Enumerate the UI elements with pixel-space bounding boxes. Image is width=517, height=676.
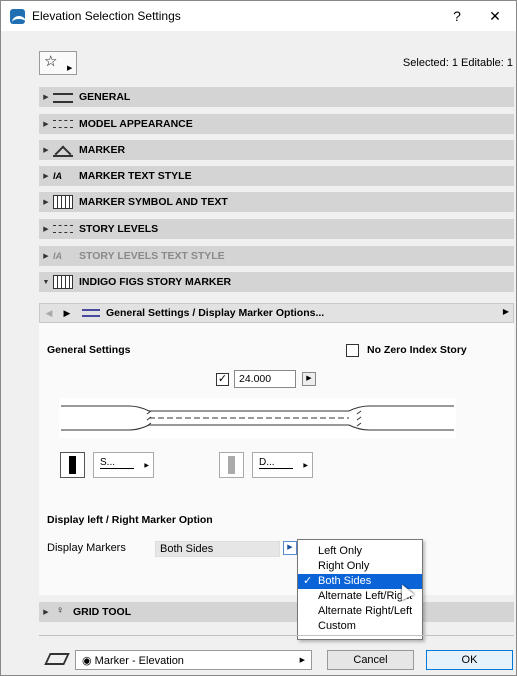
triangle-right-icon: ▶ — [67, 65, 73, 72]
favorites-button[interactable]: ☆ ▶ — [39, 51, 77, 75]
panel-label: MARKER — [79, 144, 126, 156]
triangle-right-icon: ▶ — [144, 463, 149, 469]
panel-model-appearance[interactable]: ▶ MODEL APPEARANCE — [39, 114, 514, 134]
display-markers-label: Display Markers — [47, 542, 126, 554]
layer-select[interactable]: ◉ Marker - Elevation ▶ — [75, 650, 312, 670]
value-checkbox[interactable]: ✓ — [216, 373, 229, 386]
dropdown-option-label: Right Only — [318, 560, 370, 572]
subpage-navigator: ◀ ▶ General Settings / Display Marker Op… — [39, 303, 514, 323]
eye-icon: ◉ — [82, 655, 92, 667]
layer-name: Marker - Elevation — [94, 655, 184, 667]
triangle-right-icon: ▶ — [299, 657, 305, 664]
panel-label: GENERAL — [79, 91, 131, 103]
triangle-right-icon: ▶ — [303, 463, 308, 469]
triangle-right-icon: ▶ — [43, 121, 49, 128]
dialog-window: Elevation Selection Settings ? ✕ ☆ ▶ Sel… — [0, 0, 517, 676]
model-appearance-icon — [53, 120, 73, 128]
dropdown-option[interactable]: Custom — [298, 619, 422, 634]
symbol-text-icon — [53, 195, 73, 209]
dropdown-option[interactable]: Right Only — [298, 559, 422, 574]
triangle-right-icon: ▶ — [43, 94, 49, 101]
no-zero-index-label: No Zero Index Story — [367, 344, 467, 356]
no-zero-index-checkbox[interactable] — [346, 344, 359, 357]
triangle-right-icon: ▶ — [43, 253, 49, 260]
dropdown-option[interactable]: Alternate Right/Left — [298, 604, 422, 619]
panel-label: STORY LEVELS — [79, 223, 159, 235]
footer-divider — [39, 635, 514, 636]
value-field[interactable]: 24.000 — [234, 370, 296, 388]
panel-label: MARKER SYMBOL AND TEXT — [79, 196, 228, 208]
marker-preview-drawing — [61, 405, 454, 431]
panel-story-levels[interactable]: ▶ STORY LEVELS — [39, 219, 514, 239]
layer-icon — [44, 653, 70, 665]
ok-button[interactable]: OK — [426, 650, 513, 670]
dropdown-option[interactable]: Left Only — [298, 544, 422, 559]
panel-marker[interactable]: ▶ MARKER — [39, 140, 514, 160]
prev-page-button[interactable]: ◀ — [40, 305, 58, 321]
left-line-style-swatch[interactable] — [60, 452, 85, 478]
cancel-button[interactable]: Cancel — [327, 650, 414, 670]
marker-icon — [53, 143, 73, 157]
next-page-button[interactable]: ▶ — [58, 305, 76, 321]
display-markers-arrow-icon[interactable]: ▶ — [283, 541, 297, 555]
close-button[interactable]: ✕ — [484, 6, 506, 26]
left-line-style-button[interactable]: S... ▶ — [93, 452, 154, 478]
check-icon: ✓ — [303, 575, 313, 587]
general-icon — [53, 92, 73, 103]
panel-grid-tool[interactable]: ▶ ♀ GRID TOOL — [39, 602, 514, 622]
dropdown-option-label: Custom — [318, 620, 356, 632]
display-markers-select[interactable]: Both Sides — [155, 541, 280, 557]
panel-indigo-figs-story-marker[interactable]: ▼ INDIGO FIGS STORY MARKER — [39, 272, 514, 292]
title-bar: Elevation Selection Settings ? ✕ — [1, 1, 516, 31]
triangle-right-icon: ▶ — [43, 173, 49, 180]
page-list-icon — [82, 309, 100, 317]
general-settings-heading: General Settings — [47, 344, 131, 356]
triangle-right-icon: ▶ — [43, 199, 49, 206]
panel-story-levels-text-style[interactable]: ▶ IA STORY LEVELS TEXT STYLE — [39, 246, 514, 266]
triangle-right-icon: ▶ — [43, 147, 49, 154]
panel-marker-text-style[interactable]: ▶ IA MARKER TEXT STYLE — [39, 166, 514, 186]
panel-label: MARKER TEXT STYLE — [79, 170, 192, 182]
story-levels-icon — [53, 225, 73, 233]
text-style-icon: IA — [53, 251, 62, 261]
symbol-text-icon — [53, 275, 73, 289]
triangle-right-icon: ▶ — [43, 609, 49, 616]
selection-count: Selected: 1 Editable: 1 — [402, 57, 513, 69]
marker-preview — [59, 398, 456, 438]
text-style-icon: IA — [53, 171, 62, 181]
panel-grid-tool-label: GRID TOOL — [73, 606, 132, 618]
right-line-style-button[interactable]: D... ▶ — [252, 452, 313, 478]
display-option-heading: Display left / Right Marker Option — [47, 514, 213, 526]
subpage-title[interactable]: General Settings / Display Marker Option… — [106, 307, 324, 319]
subpage-menu-arrow-icon[interactable]: ▶ — [503, 307, 509, 316]
panel-label: STORY LEVELS TEXT STYLE — [79, 250, 225, 262]
pin-icon: ♀ — [56, 605, 64, 616]
dropdown-option-label: Left Only — [318, 545, 363, 557]
panel-label: MODEL APPEARANCE — [79, 118, 193, 130]
help-button[interactable]: ? — [446, 6, 468, 26]
triangle-down-icon: ▼ — [42, 278, 50, 286]
archicad-app-icon — [10, 9, 25, 24]
triangle-right-icon: ▶ — [43, 226, 49, 233]
panel-marker-symbol-and-text[interactable]: ▶ MARKER SYMBOL AND TEXT — [39, 192, 514, 212]
dropdown-option-label: Both Sides — [318, 575, 372, 587]
panel-label: INDIGO FIGS STORY MARKER — [79, 276, 232, 288]
window-title: Elevation Selection Settings — [32, 9, 181, 23]
value-menu-arrow-icon[interactable]: ▶ — [302, 372, 316, 386]
panel-general[interactable]: ▶ GENERAL — [39, 87, 514, 107]
right-line-style-swatch[interactable] — [219, 452, 244, 478]
star-icon: ☆ — [44, 53, 58, 70]
dropdown-option-label: Alternate Right/Left — [318, 605, 413, 617]
